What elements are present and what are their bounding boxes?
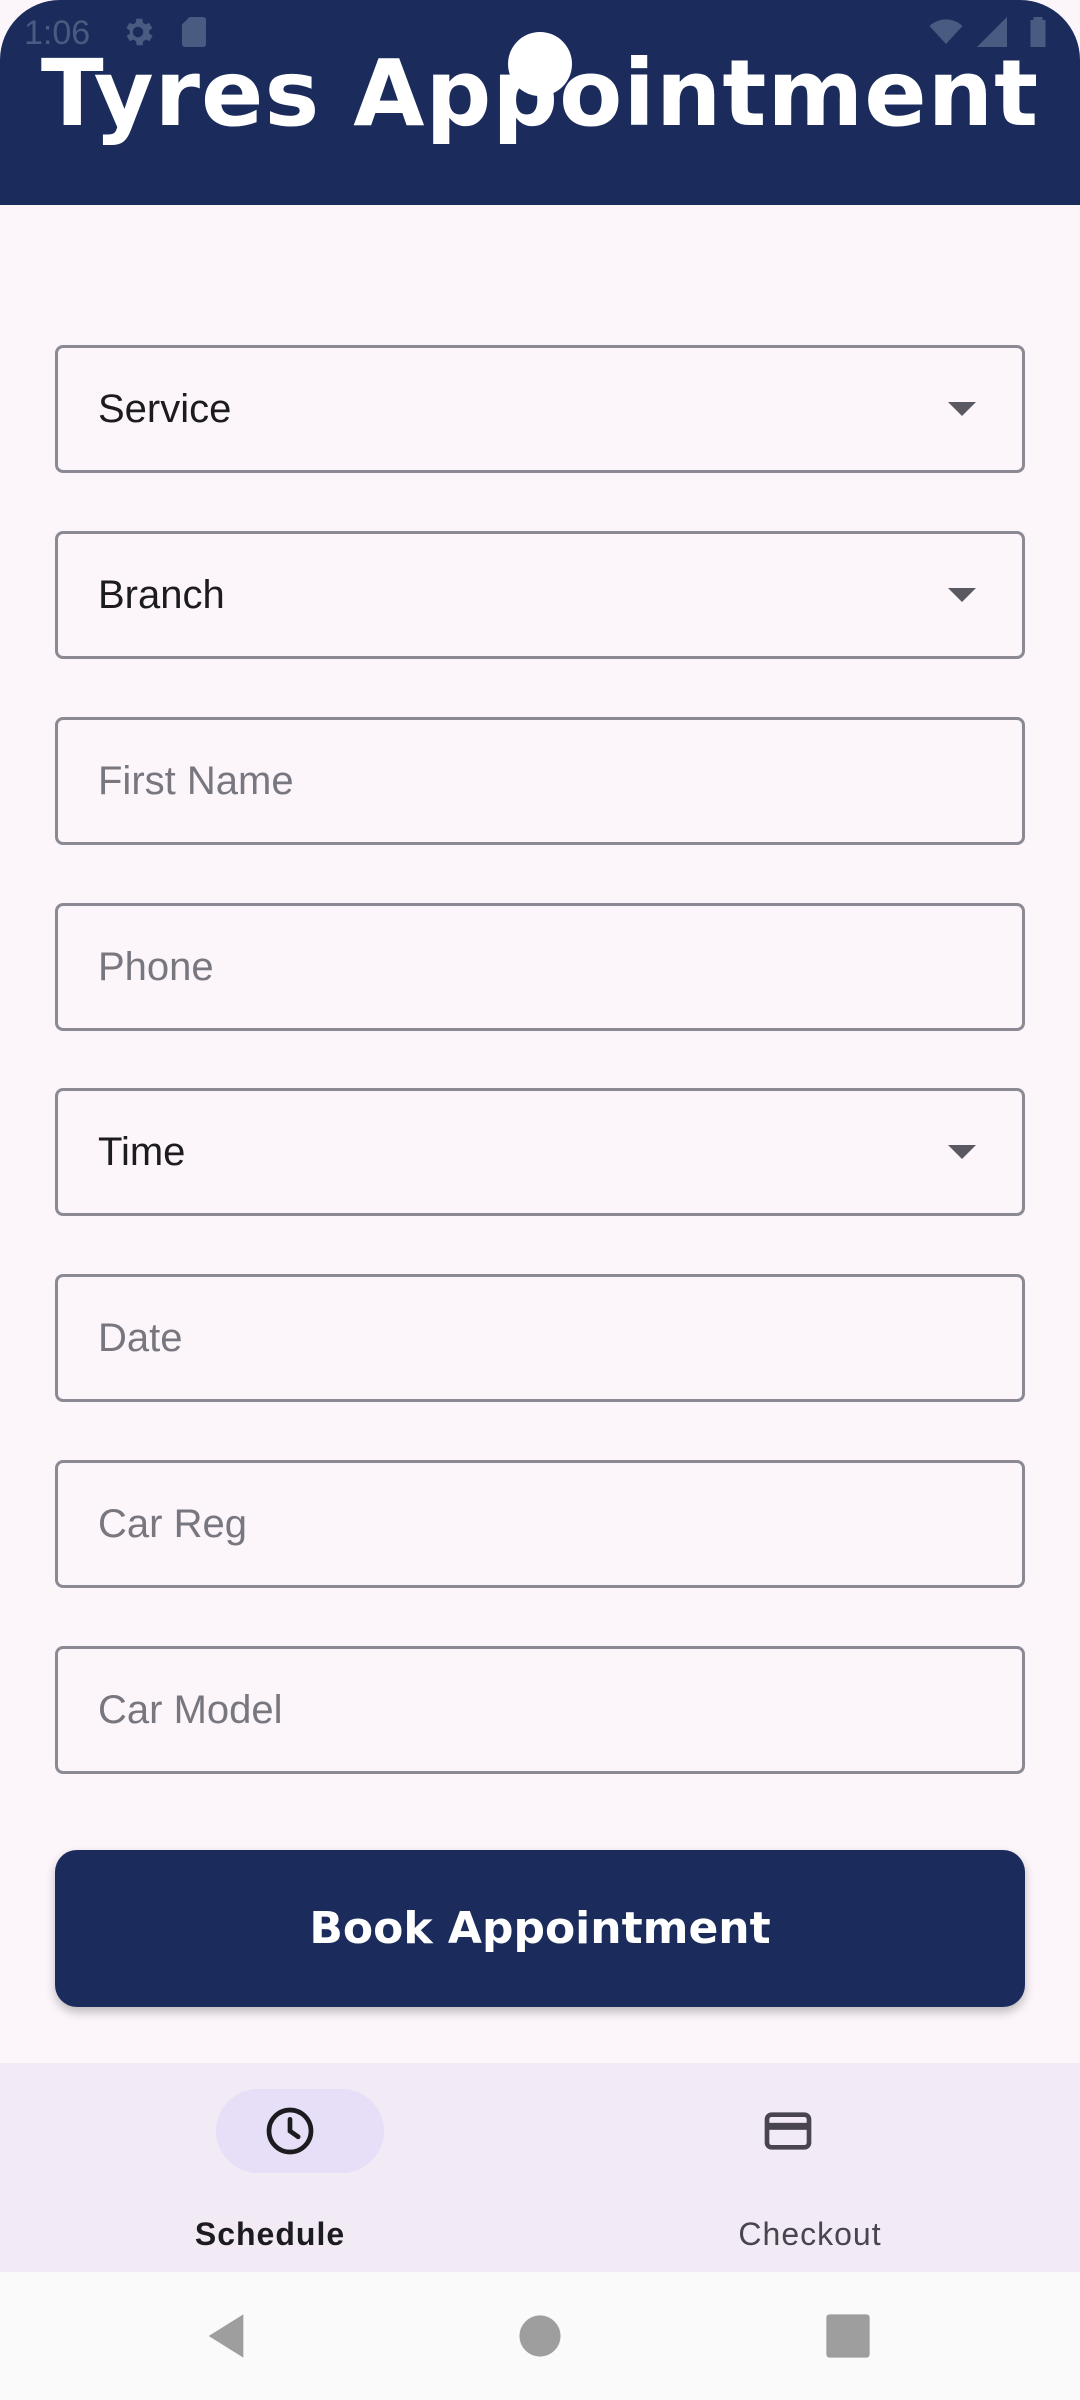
dropdown-arrow-icon	[948, 588, 976, 602]
service-dropdown-value: Service	[98, 386, 232, 431]
time-dropdown-value: Time	[98, 1129, 186, 1174]
nav-item-schedule[interactable]: Schedule	[0, 2063, 540, 2272]
app-header: 1:06 Tyres Appointment	[0, 0, 1080, 205]
book-appointment-button[interactable]: Book Appointment	[55, 1850, 1025, 2007]
date-field[interactable]	[55, 1274, 1025, 1402]
dropdown-arrow-icon	[948, 402, 976, 416]
clock-icon	[266, 2107, 314, 2155]
service-dropdown[interactable]: Service	[55, 345, 1025, 473]
nav-label-schedule: Schedule	[194, 2216, 346, 2252]
back-icon[interactable]	[200, 2310, 252, 2362]
camera-cutout	[508, 32, 572, 96]
car-model-field[interactable]	[55, 1646, 1025, 1774]
car-model-input[interactable]	[98, 1687, 1022, 1733]
first-name-input[interactable]	[98, 758, 1022, 804]
credit-card-icon	[764, 2112, 812, 2150]
car-reg-field[interactable]	[55, 1460, 1025, 1588]
recents-icon[interactable]	[822, 2310, 874, 2362]
nav-item-checkout[interactable]: Checkout	[540, 2063, 1080, 2272]
phone-input[interactable]	[98, 944, 1022, 990]
branch-dropdown[interactable]: Branch	[55, 531, 1025, 659]
nav-label-checkout: Checkout	[738, 2216, 882, 2252]
phone-field[interactable]	[55, 903, 1025, 1031]
time-dropdown[interactable]: Time	[55, 1088, 1025, 1216]
branch-dropdown-value: Branch	[98, 572, 225, 617]
book-appointment-label: Book Appointment	[309, 1903, 771, 1954]
car-reg-input[interactable]	[98, 1501, 1022, 1547]
bottom-nav: Schedule Checkout	[0, 2063, 1080, 2272]
dropdown-arrow-icon	[948, 1145, 976, 1159]
date-input[interactable]	[98, 1315, 1022, 1361]
home-icon[interactable]	[514, 2310, 566, 2362]
system-nav-bar	[0, 2272, 1080, 2400]
first-name-field[interactable]	[55, 717, 1025, 845]
